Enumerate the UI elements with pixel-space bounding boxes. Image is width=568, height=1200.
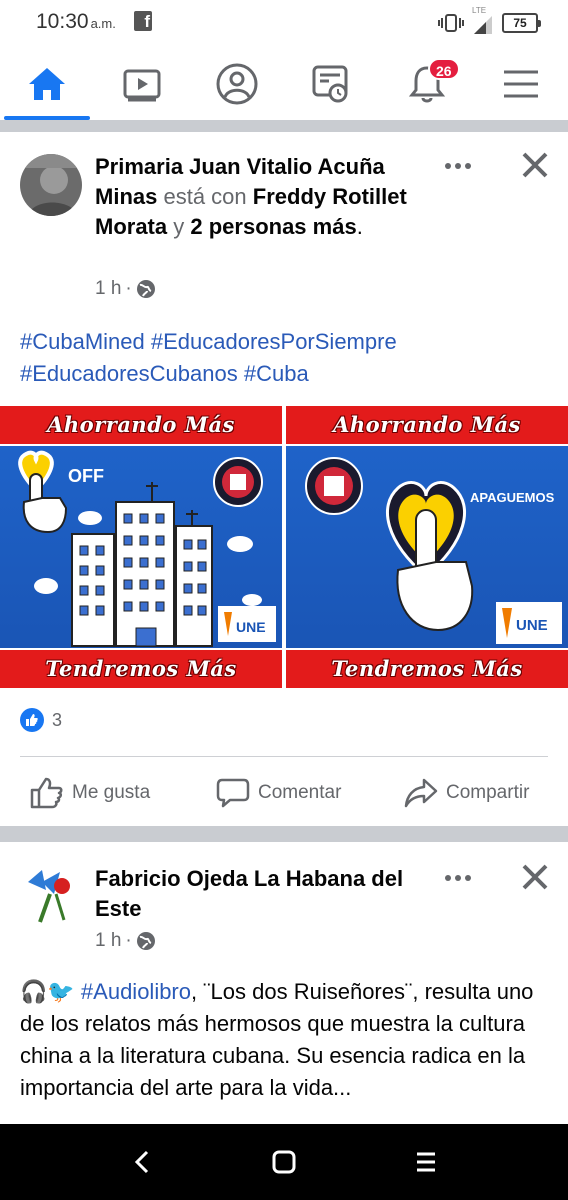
vibrate-icon: [438, 14, 464, 32]
recents-button[interactable]: [406, 1142, 446, 1182]
hashtag-link[interactable]: #EducadoresPorSiempre: [151, 329, 397, 354]
like-reaction-icon: [20, 708, 44, 732]
nav-news[interactable]: [286, 48, 376, 120]
back-icon: [134, 1150, 149, 1174]
post-separator: [20, 756, 548, 757]
post-emojis: 🎧🐦: [20, 979, 75, 1004]
post-time[interactable]: 1 h: [95, 278, 121, 300]
post-time[interactable]: 1 h: [95, 930, 121, 952]
nav-menu[interactable]: [476, 48, 566, 120]
svg-text:UNE: UNE: [516, 617, 548, 634]
banner-bottom-right: Tendremos Más: [286, 650, 568, 688]
post-header: Fabricio Ojeda La Habana del Este: [95, 864, 435, 924]
post-image[interactable]: Ahorrando Más OFF UNE Tendremos Más Ahor…: [0, 406, 568, 688]
globe-icon: [136, 932, 155, 950]
status-time: 10:30 a.m.: [36, 10, 116, 33]
nav-notifications[interactable]: [382, 48, 472, 120]
reaction-summary[interactable]: 3: [20, 708, 62, 732]
profile-icon: [216, 63, 258, 105]
banner-top-left: Ahorrando Más: [0, 406, 282, 444]
svg-text:UNE: UNE: [236, 619, 266, 635]
post-hashtags: #CubaMined #EducadoresPorSiempre #Educad…: [20, 326, 550, 390]
off-label: OFF: [68, 466, 104, 486]
nav-home[interactable]: [2, 48, 92, 120]
more-options-button[interactable]: [438, 868, 478, 888]
recents-icon: [417, 1152, 435, 1172]
nav-watch[interactable]: [97, 48, 187, 120]
banner-top-right: Ahorrando Más: [286, 406, 568, 444]
status-bar: 10:30 a.m. f LTE 75: [0, 0, 568, 48]
with-text: está con: [163, 184, 247, 209]
and-text: y: [173, 214, 185, 239]
facebook-notification-icon: f: [134, 11, 152, 31]
post-header: Primaria Juan Vitalio Acuña Minas está c…: [95, 154, 407, 239]
home-square-icon: [272, 1150, 296, 1174]
comment-button[interactable]: Comentar: [216, 768, 341, 818]
nav-profile[interactable]: [192, 48, 282, 120]
news-icon: [312, 65, 348, 103]
feed-post: Fabricio Ojeda La Habana del Este 1 h · …: [0, 842, 568, 1124]
avatar[interactable]: [20, 864, 82, 926]
system-navigation-bar: [0, 1124, 568, 1200]
post-body: 🎧🐦 #Audiolibro, ¨Los dos Ruiseñores¨, re…: [20, 979, 534, 1100]
image-panel-right: APAGUEMOS UNE: [286, 446, 568, 648]
back-button[interactable]: [122, 1142, 162, 1182]
feed-divider: [0, 120, 568, 132]
comment-icon: [216, 778, 250, 808]
status-indicators: LTE 75: [438, 6, 541, 36]
like-count: 3: [52, 709, 63, 730]
post-meta: 1 h ·: [95, 930, 156, 952]
top-navigation: 26: [0, 48, 568, 120]
share-button[interactable]: Compartir: [404, 768, 529, 818]
hashtag-link[interactable]: #Cuba: [244, 361, 309, 386]
avatar[interactable]: [20, 154, 82, 216]
hashtag-link[interactable]: #EducadoresCubanos: [20, 361, 238, 386]
more-options-button[interactable]: [438, 156, 478, 176]
hashtag-link[interactable]: #Audiolibro: [81, 979, 191, 1004]
battery-indicator: 75: [502, 13, 541, 33]
banner-bottom-left: Tendremos Más: [0, 650, 282, 688]
post-meta: 1 h ·: [95, 278, 156, 300]
feed-divider: [0, 826, 568, 842]
close-icon[interactable]: [520, 862, 550, 892]
hashtag-link[interactable]: #CubaMined: [20, 329, 145, 354]
globe-icon: [136, 280, 155, 298]
watch-icon: [123, 69, 161, 102]
feed-post: Primaria Juan Vitalio Acuña Minas está c…: [0, 132, 568, 826]
notifications-badge: 26: [428, 58, 460, 80]
home-icon: [29, 68, 65, 100]
thumbs-up-icon: [30, 777, 63, 809]
apaguemos-label: APAGUEMOS: [470, 490, 555, 505]
home-button[interactable]: [264, 1142, 304, 1182]
share-icon: [404, 778, 438, 808]
close-icon[interactable]: [520, 150, 550, 180]
post-actions: Me gusta Comentar Compartir: [0, 768, 568, 818]
tagged-others[interactable]: 2 personas más: [190, 214, 356, 239]
menu-icon: [504, 70, 538, 98]
like-button[interactable]: Me gusta: [30, 768, 150, 818]
signal-icon: LTE: [472, 6, 494, 34]
image-panel-left: OFF UNE: [0, 446, 282, 648]
author-name[interactable]: Fabricio Ojeda La Habana del Este: [95, 866, 403, 921]
